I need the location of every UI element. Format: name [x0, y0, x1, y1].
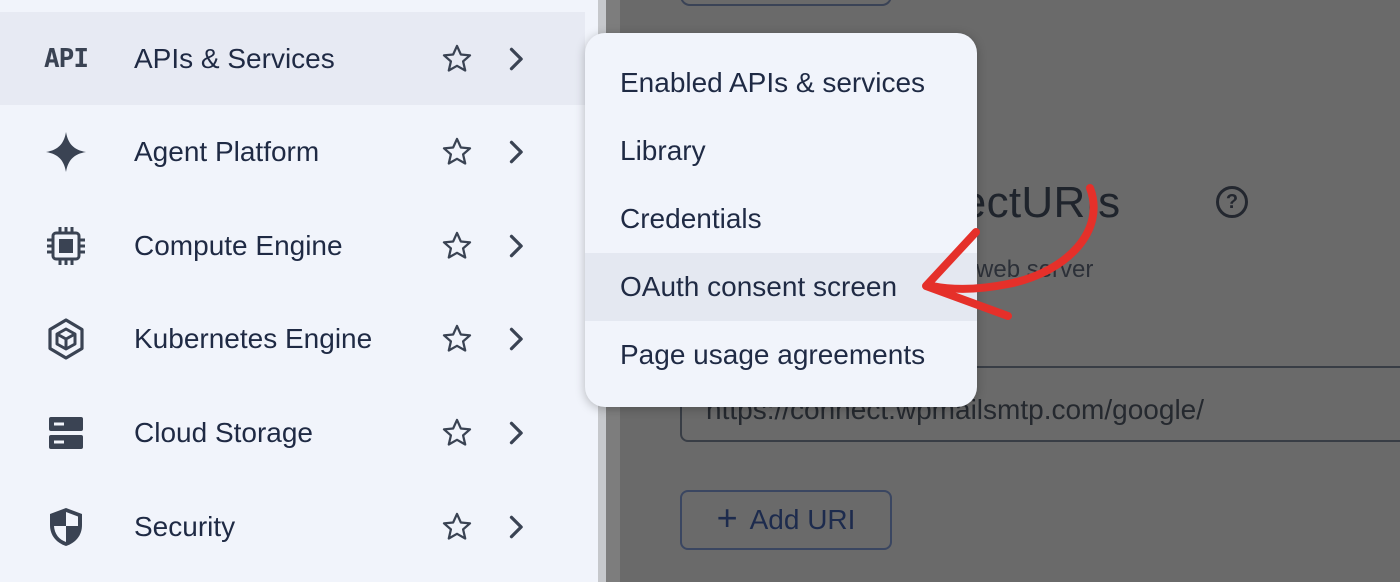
sidebar-item-security[interactable]: Security: [0, 480, 585, 573]
top-button-edge: [680, 0, 892, 6]
sidebar-item-label: APIs & Services: [134, 42, 335, 74]
kubernetes-icon: [48, 317, 84, 360]
chip-icon: [47, 226, 85, 265]
add-uri-button[interactable]: + Add URI: [680, 490, 892, 550]
api-icon: API: [44, 43, 89, 74]
shield-icon: [50, 507, 82, 546]
sidebar-item-agent-platform[interactable]: Agent Platform: [0, 105, 585, 198]
star-outline-icon[interactable]: [440, 229, 474, 263]
submenu-item-library[interactable]: Library: [585, 117, 977, 185]
sidebar-item-apis-services[interactable]: API APIs & Services: [0, 12, 585, 105]
sparkle-icon: [46, 131, 86, 172]
chevron-right-icon[interactable]: [506, 325, 528, 353]
star-outline-icon[interactable]: [440, 322, 474, 356]
chevron-right-icon[interactable]: [506, 513, 528, 541]
help-circle-icon[interactable]: ?: [1216, 186, 1248, 218]
add-uri-label: Add URI: [749, 504, 856, 535]
submenu-item-page-usage-agreements[interactable]: Page usage agreements: [585, 321, 977, 389]
sidebar-item-compute-engine[interactable]: Compute Engine: [0, 199, 585, 292]
star-outline-icon[interactable]: [440, 42, 474, 76]
plus-icon: +: [716, 497, 738, 538]
storage-icon: [49, 416, 83, 449]
chevron-right-icon[interactable]: [506, 138, 528, 166]
navigation-sidebar: API APIs & Services Agent Platform Compu…: [0, 0, 598, 582]
help-symbol: ?: [1225, 190, 1239, 213]
chevron-right-icon[interactable]: [506, 419, 528, 447]
chevron-right-icon[interactable]: [506, 45, 528, 73]
sidebar-item-label: Kubernetes Engine: [134, 322, 373, 354]
star-outline-icon[interactable]: [440, 416, 474, 450]
submenu-item-enabled-apis[interactable]: Enabled APIs & services: [585, 49, 977, 117]
sidebar-item-cloud-storage[interactable]: Cloud Storage: [0, 386, 585, 479]
star-outline-icon[interactable]: [440, 510, 474, 544]
sidebar-item-label: Security: [134, 510, 236, 542]
chevron-right-icon[interactable]: [506, 232, 528, 260]
sidebar-item-label: Agent Platform: [134, 135, 320, 167]
star-outline-icon[interactable]: [440, 135, 474, 169]
sidebar-item-kubernetes-engine[interactable]: Kubernetes Engine: [0, 292, 585, 385]
sidebar-item-label: Compute Engine: [134, 229, 343, 261]
red-arrow-annotation: [922, 184, 1098, 320]
sidebar-item-label: Cloud Storage: [134, 416, 314, 448]
